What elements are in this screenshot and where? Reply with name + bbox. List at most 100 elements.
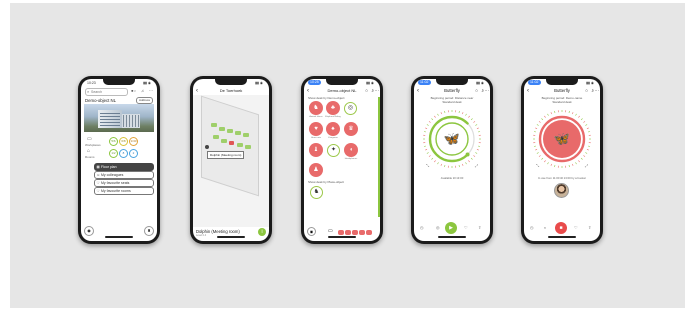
bell-icon[interactable]: ♫ [141,88,144,93]
location-pin-icon[interactable] [205,145,209,149]
dial-tick [575,162,577,165]
share-icon[interactable]: ⇪ [588,225,591,230]
circle-icon[interactable]: ○ [475,87,478,95]
favourite-seats-button[interactable]: ♡ My favourite seats [94,179,154,187]
availability-dial[interactable]: 🦋 ⤡ ⤢ [420,107,484,171]
mini-avatar[interactable] [345,230,351,235]
desk-available[interactable] [219,127,225,131]
more-icon[interactable]: ⋯ [595,87,600,95]
back-icon[interactable]: ‹ [307,87,309,95]
booker-avatar[interactable] [554,183,569,198]
back-icon[interactable]: ‹ [196,87,198,95]
avatar-label: Animal Horse [309,116,323,118]
share-icon[interactable]: ⇪ [478,225,481,230]
heart-icon[interactable]: ♡ [464,225,468,230]
home-indicator [105,236,133,238]
more-icon[interactable]: ⋯ [149,88,153,93]
floor-plan-map[interactable]: Dolphin (Meeting room) [193,95,269,227]
dial-tick [428,155,431,157]
avatar-horse[interactable]: ♞ [309,101,323,115]
avatar-lion[interactable]: ♛ [344,122,358,136]
desk-available[interactable] [213,135,219,139]
circle-icon[interactable]: ○ [585,87,588,95]
favourite-rooms-button[interactable]: ♡ My favourite rooms [94,187,154,195]
dial-tick [586,127,589,129]
avatar-squirrel[interactable]: ♟ [309,163,323,177]
avatar-label: Headphones [344,158,358,160]
dial-tick [544,115,546,118]
search-input[interactable]: ⌕ Search [85,88,128,96]
dial-tick [580,118,583,121]
dial-tick [588,145,591,147]
collapse-icon[interactable]: ⤡ [536,163,540,168]
stat-circle[interactable]: 6/8 [119,137,128,146]
desk-available[interactable] [235,131,241,135]
toggle-icon[interactable]: ●○ [131,88,136,93]
more-icon[interactable]: ⋯ [375,87,380,95]
dial-tick [465,162,467,165]
address-button[interactable]: Address [135,97,153,104]
expand-icon[interactable]: ⤢ [475,163,479,168]
desk-occupied[interactable] [229,141,234,145]
avatar-headset[interactable]: ◎ [344,102,357,115]
dial-tick [462,112,464,115]
toggle-icon[interactable]: ◐ [544,225,546,230]
info-button[interactable]: i [258,228,266,236]
home-indicator [217,236,245,238]
dial-tick [550,112,552,115]
camera-icon[interactable]: ◎ [436,225,440,230]
expand-icon[interactable]: ⤢ [585,163,589,168]
dial-tick [468,115,470,118]
back-icon[interactable]: ‹ [417,87,419,95]
occupied-dial[interactable]: 🦋 ⤡ ⤢ [530,107,594,171]
avatars-screen: 10:25 ▮▮ ◉ ‹ Demo-object NL ○ ⌕ ⋯ Show d… [304,79,380,241]
stat-circle[interactable]: 8 [119,149,128,158]
circle-icon[interactable]: ○ [365,87,368,95]
desk-available[interactable] [237,143,243,147]
dial-handle[interactable] [465,152,470,157]
my-colleagues-button[interactable]: ☺ My colleagues [94,171,154,179]
back-icon[interactable]: ‹ [527,87,529,95]
avatar-headphones[interactable]: ◖ [344,143,358,157]
stat-circle[interactable]: 2 [129,149,138,158]
avatar-bee[interactable]: ✦ [327,144,340,157]
chef-fab[interactable]: ♜ [144,226,154,236]
monitor-icon[interactable]: ▭ [328,228,333,234]
menu-fab[interactable]: ◉ [307,227,316,236]
avatar-giraffe[interactable]: ♝ [309,143,323,157]
mini-avatar[interactable] [352,230,358,235]
heart-icon[interactable]: ♡ [574,225,578,230]
dial-tick [541,118,544,121]
avatar-kangaroo[interactable]: ♠ [326,122,340,136]
avatar-elephant[interactable]: ♣ [326,101,340,115]
stat-circle[interactable]: 5/6 [109,137,118,146]
history-icon[interactable]: ◷ [530,225,534,230]
scroll-indicator[interactable] [378,97,380,217]
availability-text: Available till 13:00 [440,176,464,180]
dial-tick [585,124,588,126]
history-icon[interactable]: ◷ [420,225,424,230]
avatar-heart[interactable]: ♥ [309,122,323,136]
check-out-button[interactable]: ■ [555,222,567,234]
desk-available[interactable] [221,139,227,143]
check-in-button[interactable]: ▶ [445,222,457,234]
more-icon[interactable]: ⋯ [485,87,490,95]
mini-avatar[interactable] [359,230,365,235]
desk-available[interactable] [227,129,233,133]
mini-avatar[interactable] [366,230,372,235]
floor-plan-button[interactable]: ▦ Floor plan [94,163,154,171]
mini-avatar[interactable] [338,230,344,235]
avatar-horse-outline[interactable]: ♞ [310,186,323,199]
desk-available[interactable] [211,123,217,127]
stat-circle[interactable]: 1/30 [129,137,138,146]
status-time: 10:25 [308,80,321,85]
location-title: Demo-object NL [85,98,117,103]
desk-available[interactable] [245,145,251,149]
menu-fab[interactable]: ◉ [84,226,94,236]
stat-circle[interactable]: 1/2 [109,149,118,158]
desk-available[interactable] [243,133,249,137]
dial-tick [437,113,439,116]
collapse-icon[interactable]: ⤡ [426,163,430,168]
butterfly-icon: 🦋 [554,132,570,147]
desk-type: Standard desk [552,100,572,104]
